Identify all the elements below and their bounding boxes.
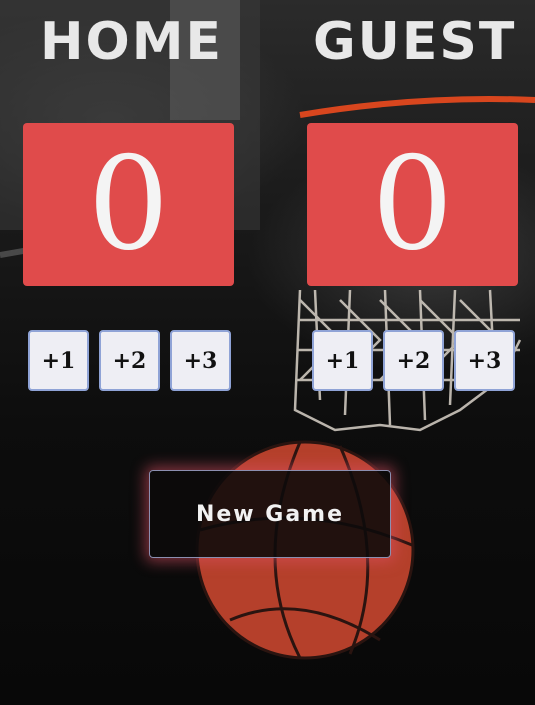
- new-game-button[interactable]: New Game: [149, 470, 391, 558]
- hoop-rim: [299, 96, 535, 118]
- guest-score-value: 0: [371, 129, 454, 279]
- home-score-value: 0: [87, 129, 170, 279]
- home-score-box: 0: [23, 123, 234, 286]
- guest-add-3-button[interactable]: +3: [454, 330, 515, 391]
- home-team-title: HOME: [40, 12, 223, 72]
- home-score-buttons: +1 +2 +3: [28, 330, 231, 391]
- guest-team-title: GUEST: [313, 12, 517, 72]
- guest-add-2-button[interactable]: +2: [383, 330, 444, 391]
- home-add-2-button[interactable]: +2: [99, 330, 160, 391]
- home-add-3-button[interactable]: +3: [170, 330, 231, 391]
- guest-add-1-button[interactable]: +1: [312, 330, 373, 391]
- guest-score-buttons: +1 +2 +3: [312, 330, 515, 391]
- home-add-1-button[interactable]: +1: [28, 330, 89, 391]
- guest-score-box: 0: [307, 123, 518, 286]
